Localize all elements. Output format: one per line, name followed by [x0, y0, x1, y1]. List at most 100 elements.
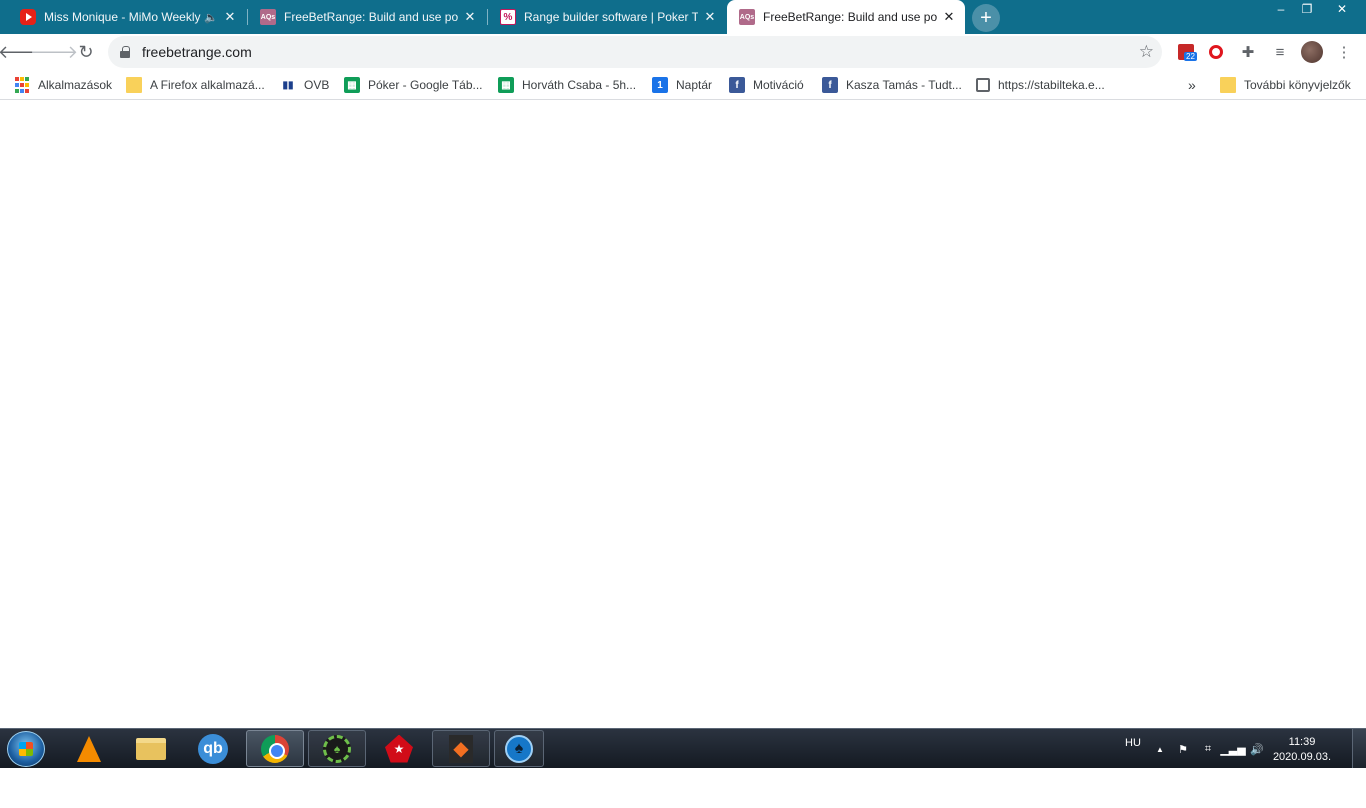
taskbar-spade-app[interactable]: ♠ — [494, 730, 544, 767]
bookmarks-bar: Alkalmazások A Firefox alkalmazá... ▮▮ O… — [0, 70, 1366, 100]
youtube-icon — [20, 9, 36, 25]
audio-playing-icon[interactable]: 🔈 — [204, 11, 218, 24]
page-content-area[interactable] — [0, 101, 1366, 728]
show-desktop-button[interactable] — [1352, 729, 1366, 769]
sheets-icon: ▦ — [344, 77, 360, 93]
facebook-icon: f — [822, 77, 838, 93]
new-tab-button[interactable]: + — [972, 4, 1000, 32]
pokerstars-icon: ★ — [385, 734, 413, 763]
reload-button[interactable]: ↻ — [72, 38, 100, 66]
start-button[interactable] — [7, 731, 45, 767]
device-status-icon[interactable]: ⌗ — [1201, 742, 1215, 756]
tab-title: Range builder software | Poker Tools — [524, 10, 698, 24]
extension-badge: 22 — [1184, 52, 1197, 61]
bookmark-label: Motiváció — [753, 78, 804, 92]
bookmark-kasza-tamas[interactable]: f Kasza Tamás - Tudt... — [822, 76, 962, 94]
percent-icon: % — [500, 9, 516, 25]
poker-client-icon: ♠ — [323, 734, 351, 763]
bookmark-label: Póker - Google Táb... — [368, 78, 483, 92]
bookmark-ovb[interactable]: ▮▮ OVB — [280, 76, 329, 94]
bookmark-label: A Firefox alkalmazá... — [150, 78, 265, 92]
system-clock[interactable]: 11:39 2020.09.03. — [1272, 735, 1332, 765]
tab-title: Miss Monique - MiMo Weekly — [44, 10, 201, 24]
restore-button[interactable]: ❐ — [1294, 0, 1320, 18]
bookmark-poker-sheet[interactable]: ▦ Póker - Google Táb... — [344, 76, 483, 94]
browser-toolbar: 🡐 🡒 ↻ freebetrange.com ☆ 22 ✚ ≡ ⋮ — [0, 34, 1366, 70]
tab-range-builder[interactable]: % Range builder software | Poker Tools ✕ — [488, 0, 726, 34]
menu-kebab-icon[interactable]: ⋮ — [1332, 40, 1356, 64]
bookmark-horvath-sheet[interactable]: ▦ Horváth Csaba - 5h... — [498, 76, 636, 94]
clock-time: 11:39 — [1288, 736, 1316, 748]
extensions-puzzle-icon[interactable]: ✚ — [1236, 40, 1260, 64]
other-bookmarks-folder[interactable]: További könyvjelzők — [1220, 76, 1351, 94]
tab-youtube[interactable]: Miss Monique - MiMo Weekly 🔈 ✕ — [8, 0, 246, 34]
globe-icon — [976, 78, 990, 92]
bookmark-label: További könyvjelzők — [1244, 78, 1351, 92]
tab-title: FreeBetRange: Build and use poker — [763, 10, 937, 24]
taskbar-pokerstars[interactable]: ★ — [370, 730, 428, 767]
taskbar-vlc[interactable] — [60, 730, 118, 767]
network-signal-icon[interactable]: ▁▃▅ — [1220, 742, 1245, 756]
minimize-button[interactable]: ‒ — [1268, 0, 1294, 18]
apps-grid-icon — [14, 77, 30, 93]
partypoker-icon: ◆ — [449, 734, 473, 763]
bookmark-label: Horváth Csaba - 5h... — [522, 78, 637, 92]
language-indicator[interactable]: HU — [1125, 737, 1141, 749]
taskbar-partypoker[interactable]: ◆ — [432, 730, 490, 767]
bookmark-motivacio[interactable]: f Motiváció — [729, 76, 804, 94]
calendar-icon: 1 — [652, 77, 668, 93]
aqs-icon: AQs — [739, 9, 755, 25]
bookmark-label: Kasza Tamás - Tudt... — [846, 78, 962, 92]
opera-vpn-icon[interactable] — [1204, 40, 1228, 64]
forward-button[interactable]: 🡒 — [30, 38, 78, 66]
tab-close-icon[interactable]: ✕ — [462, 9, 478, 25]
tab-close-icon[interactable]: ✕ — [941, 9, 957, 25]
bookmarks-overflow-chevron-icon[interactable]: » — [1188, 76, 1196, 94]
clock-date: 2020.09.03. — [1272, 751, 1332, 763]
sheets-icon: ▦ — [498, 77, 514, 93]
bookmark-calendar[interactable]: 1 Naptár — [652, 76, 712, 94]
opera-logo-icon — [1209, 45, 1223, 59]
taskbar-qbittorrent[interactable]: qb — [184, 730, 242, 767]
url-text[interactable]: freebetrange.com — [142, 44, 252, 60]
taskbar-poker-client[interactable]: ♠ — [308, 730, 366, 767]
extension-calendar-icon[interactable]: 22 — [1174, 40, 1198, 64]
tab-strip: Miss Monique - MiMo Weekly 🔈 ✕ AQs FreeB… — [0, 0, 1366, 34]
media-control-icon[interactable]: ≡ — [1268, 40, 1292, 64]
bookmark-firefox-apps[interactable]: A Firefox alkalmazá... — [126, 76, 265, 94]
bookmark-label: https://stabilteka.e... — [998, 78, 1105, 92]
qbittorrent-icon: qb — [198, 733, 228, 764]
lock-icon[interactable] — [120, 46, 130, 58]
ovb-icon: ▮▮ — [282, 79, 294, 91]
tab-freebetrange-active[interactable]: AQs FreeBetRange: Build and use poker ✕ — [727, 0, 965, 34]
windows-taskbar: qb ♠ ★ ◆ ♠ HU ▲ ⚑ ⌗ ▁▃▅ 🔊 11:39 2020.09.… — [0, 728, 1366, 769]
taskbar-explorer[interactable] — [122, 730, 180, 767]
explorer-icon — [136, 737, 166, 760]
bookmark-apps[interactable]: Alkalmazások — [14, 76, 112, 94]
tab-close-icon[interactable]: ✕ — [702, 9, 718, 25]
taskbar-chrome[interactable] — [246, 730, 304, 767]
bookmark-label: Naptár — [676, 78, 713, 92]
address-bar[interactable]: freebetrange.com ☆ — [108, 36, 1162, 68]
bookmark-label: OVB — [304, 78, 330, 92]
folder-icon — [126, 77, 142, 93]
show-hidden-icons-chevron-icon[interactable]: ▲ — [1153, 742, 1167, 756]
bookmark-stabilteka[interactable]: https://stabilteka.e... — [976, 76, 1105, 94]
action-center-flag-icon[interactable]: ⚑ — [1176, 742, 1190, 756]
profile-avatar[interactable] — [1300, 40, 1324, 64]
tab-title: FreeBetRange: Build and use poker — [284, 10, 458, 24]
close-window-button[interactable]: ✕ — [1326, 0, 1358, 18]
bookmark-label: Alkalmazások — [38, 78, 113, 92]
tab-freebetrange-1[interactable]: AQs FreeBetRange: Build and use poker ✕ — [248, 0, 486, 34]
volume-icon[interactable]: 🔊 — [1250, 742, 1264, 756]
bookmark-star-icon[interactable]: ☆ — [1139, 42, 1154, 62]
screen-bottom-margin — [0, 768, 1366, 808]
folder-icon — [1220, 77, 1236, 93]
avatar — [1301, 41, 1323, 63]
aqs-icon: AQs — [260, 9, 276, 25]
chrome-icon — [261, 734, 289, 763]
browser-window: Miss Monique - MiMo Weekly 🔈 ✕ AQs FreeB… — [0, 0, 1366, 808]
spade-app-icon: ♠ — [505, 734, 533, 763]
tab-close-icon[interactable]: ✕ — [222, 9, 238, 25]
vlc-icon — [77, 735, 101, 762]
